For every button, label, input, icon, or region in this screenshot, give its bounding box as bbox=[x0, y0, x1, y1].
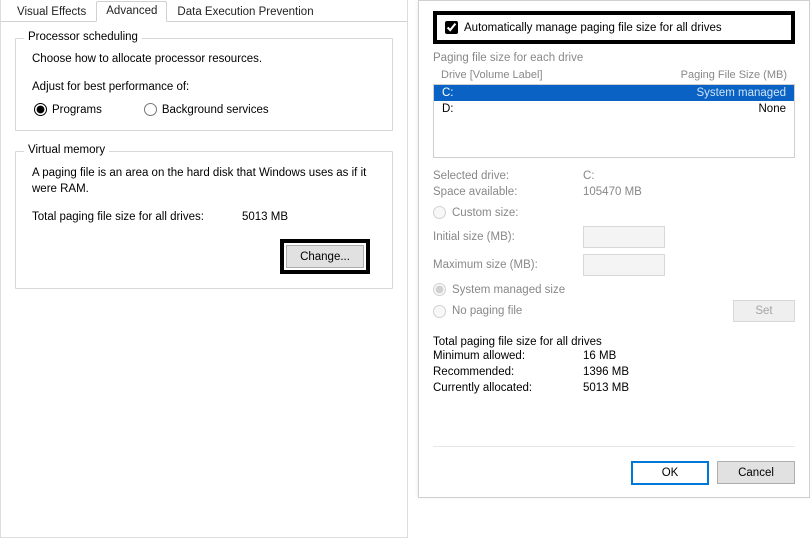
maximum-size-label: Maximum size (MB): bbox=[433, 259, 583, 271]
drive-list[interactable]: C: System managed D: None bbox=[433, 84, 795, 158]
drive-row-c-label: C: bbox=[442, 87, 697, 99]
virtual-memory-legend: Virtual memory bbox=[24, 144, 109, 156]
change-button-highlight: Change... bbox=[280, 239, 370, 274]
advanced-tab-body: Processor scheduling Choose how to alloc… bbox=[1, 22, 407, 325]
maximum-size-input bbox=[583, 254, 665, 276]
ok-button[interactable]: OK bbox=[631, 461, 709, 485]
radio-system-managed-label: System managed size bbox=[452, 284, 565, 296]
initial-size-label: Initial size (MB): bbox=[433, 231, 583, 243]
drive-row-d-label: D: bbox=[442, 103, 759, 115]
adjust-for-label: Adjust for best performance of: bbox=[32, 81, 378, 93]
col-size-label: Paging File Size (MB) bbox=[681, 69, 787, 81]
initial-size-input bbox=[583, 226, 665, 248]
tab-strip: Visual Effects Advanced Data Execution P… bbox=[1, 0, 407, 22]
virtual-memory-group: Virtual memory A paging file is an area … bbox=[15, 151, 393, 289]
radio-custom-size-label: Custom size: bbox=[452, 207, 518, 219]
radio-custom-size-input bbox=[433, 206, 446, 219]
rec-value: 1396 MB bbox=[583, 366, 629, 378]
processor-scheduling-group: Processor scheduling Choose how to alloc… bbox=[15, 38, 393, 131]
change-button[interactable]: Change... bbox=[286, 245, 364, 268]
set-button: Set bbox=[733, 300, 795, 322]
radio-background-input[interactable] bbox=[144, 103, 157, 116]
radio-programs-input[interactable] bbox=[34, 103, 47, 116]
drive-row-d[interactable]: D: None bbox=[434, 101, 794, 117]
virtual-memory-dialog: Automatically manage paging file size fo… bbox=[418, 0, 810, 498]
processor-scheduling-legend: Processor scheduling bbox=[24, 31, 142, 43]
radio-background-label: Background services bbox=[162, 104, 269, 116]
drive-row-d-size: None bbox=[759, 103, 787, 115]
auto-manage-label: Automatically manage paging file size fo… bbox=[464, 22, 722, 34]
tab-visual-effects[interactable]: Visual Effects bbox=[7, 2, 96, 22]
space-available-label: Space available: bbox=[433, 186, 583, 198]
radio-custom-size: Custom size: bbox=[433, 206, 795, 219]
min-label: Minimum allowed: bbox=[433, 350, 583, 362]
selected-drive-label: Selected drive: bbox=[433, 170, 583, 182]
drive-row-c-size: System managed bbox=[697, 87, 787, 99]
totals-group: Total paging file size for all drives Mi… bbox=[433, 336, 795, 398]
tab-dep[interactable]: Data Execution Prevention bbox=[167, 2, 323, 22]
radio-no-paging-label: No paging file bbox=[452, 305, 522, 317]
auto-manage-checkbox[interactable] bbox=[445, 21, 458, 34]
radio-programs[interactable]: Programs bbox=[34, 103, 102, 116]
selected-drive-value: C: bbox=[583, 170, 595, 182]
dialog-footer: OK Cancel bbox=[433, 446, 795, 485]
auto-manage-checkbox-row[interactable]: Automatically manage paging file size fo… bbox=[445, 21, 783, 34]
drive-list-header: Drive [Volume Label] Paging File Size (M… bbox=[433, 66, 795, 84]
performance-options-dialog: Visual Effects Advanced Data Execution P… bbox=[0, 0, 408, 538]
min-value: 16 MB bbox=[583, 350, 616, 362]
space-available-value: 105470 MB bbox=[583, 186, 642, 198]
totals-heading: Total paging file size for all drives bbox=[433, 336, 795, 348]
cur-value: 5013 MB bbox=[583, 382, 629, 394]
drive-row-c[interactable]: C: System managed bbox=[434, 85, 794, 101]
radio-no-paging-input bbox=[433, 305, 446, 318]
radio-system-managed-input bbox=[433, 283, 446, 296]
vm-total-value: 5013 MB bbox=[242, 211, 288, 223]
radio-no-paging: No paging file bbox=[433, 305, 733, 318]
radio-system-managed: System managed size bbox=[433, 283, 795, 296]
virtual-memory-desc: A paging file is an area on the hard dis… bbox=[32, 166, 378, 197]
rec-label: Recommended: bbox=[433, 366, 583, 378]
tab-advanced[interactable]: Advanced bbox=[96, 1, 167, 22]
radio-background[interactable]: Background services bbox=[144, 103, 269, 116]
cancel-button[interactable]: Cancel bbox=[717, 461, 795, 484]
auto-manage-highlight: Automatically manage paging file size fo… bbox=[433, 11, 795, 44]
processor-scheduling-desc: Choose how to allocate processor resourc… bbox=[32, 53, 378, 65]
cur-label: Currently allocated: bbox=[433, 382, 583, 394]
vm-total-label: Total paging file size for all drives: bbox=[32, 211, 242, 223]
drive-list-heading: Paging file size for each drive bbox=[433, 52, 795, 64]
radio-programs-label: Programs bbox=[52, 104, 102, 116]
col-drive-label: Drive [Volume Label] bbox=[441, 69, 681, 81]
